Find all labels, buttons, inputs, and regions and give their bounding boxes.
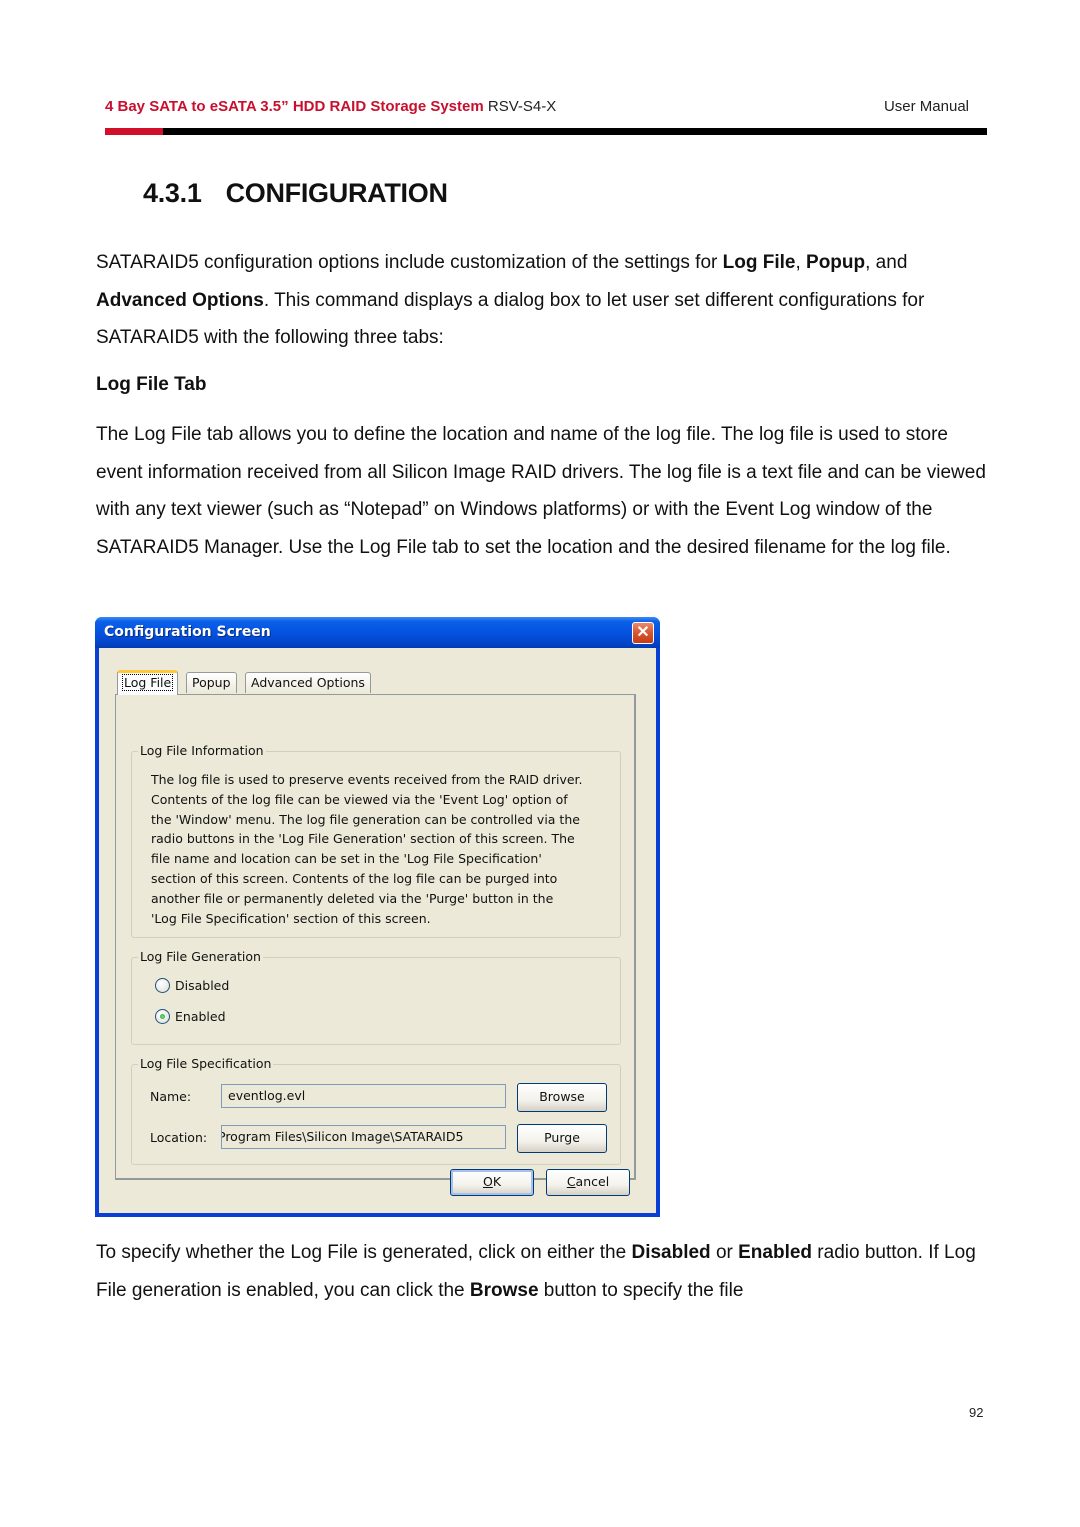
tab-popup[interactable]: Popup xyxy=(186,672,237,693)
section-title: CONFIGURATION xyxy=(225,178,448,208)
cancel-button[interactable]: Cancel xyxy=(546,1169,630,1196)
tab-label: Advanced Options xyxy=(251,675,365,690)
subheading: Log File Tab xyxy=(96,374,207,395)
section-heading: 4.3.1 CONFIGURATION xyxy=(143,178,448,209)
info-line: radio buttons in the 'Log File Generatio… xyxy=(151,831,575,847)
text-run: To specify whether the Log File is gener… xyxy=(96,1242,632,1263)
dialog-title: Configuration Screen xyxy=(104,624,271,640)
close-icon: ✕ xyxy=(636,624,650,641)
radio-checked-icon xyxy=(155,1009,170,1024)
text-run: or xyxy=(710,1242,739,1263)
header-rule xyxy=(105,128,987,135)
location-field[interactable]: Program Files\Silicon Image\SATARAID5 xyxy=(221,1125,506,1149)
purge-button[interactable]: Purge xyxy=(517,1124,607,1153)
tab-advanced-options[interactable]: Advanced Options xyxy=(245,672,371,693)
radio-disabled[interactable]: Disabled xyxy=(155,978,229,993)
tab-page-log-file: Log File Information The log file is use… xyxy=(115,694,636,1180)
info-line: The log file is used to preserve events … xyxy=(151,772,583,787)
group-log-file-generation: Log File Generation Disabled Enabled xyxy=(131,949,621,1045)
name-label: Name: xyxy=(150,1089,192,1104)
close-button[interactable]: ✕ xyxy=(632,622,654,644)
info-line: the 'Window' menu. The log file generati… xyxy=(151,811,580,827)
running-header: 4 Bay SATA to eSATA 3.5” HDD RAID Storag… xyxy=(105,98,969,120)
log-file-paragraph: The Log File tab allows you to define th… xyxy=(96,424,986,558)
bold-term: Enabled xyxy=(738,1242,813,1263)
radio-unchecked-icon xyxy=(155,978,170,993)
followup-paragraph: To specify whether the Log File is gener… xyxy=(96,1234,986,1309)
text-run: SATARAID5 configuration options include … xyxy=(96,252,723,273)
info-line: another file or permanently deleted via … xyxy=(151,890,554,906)
text-run: , and xyxy=(865,252,908,273)
bold-term: Advanced Options xyxy=(96,289,264,311)
text-run: , xyxy=(795,252,807,273)
radio-label: Enabled xyxy=(175,1009,226,1024)
intro-paragraph: SATARAID5 configuration options include … xyxy=(96,244,986,357)
dialog-client: Log File Popup Advanced Options Log File… xyxy=(99,648,656,1213)
button-label: K xyxy=(492,1174,502,1189)
mnemonic: O xyxy=(482,1174,493,1189)
mnemonic: C xyxy=(566,1174,576,1189)
button-label: ancel xyxy=(575,1174,610,1189)
product-title: 4 Bay SATA to eSATA 3.5” HDD RAID Storag… xyxy=(105,98,484,115)
info-text: The log file is used to preserve events … xyxy=(151,770,621,928)
section-number: 4.3.1 xyxy=(143,178,202,208)
configuration-dialog: Configuration Screen ✕ Log File Popup Ad… xyxy=(95,617,660,1217)
bold-term: Browse xyxy=(469,1279,539,1301)
group-log-file-information: Log File Information The log file is use… xyxy=(131,743,621,938)
location-label: Location: xyxy=(150,1130,208,1145)
tab-log-file[interactable]: Log File xyxy=(117,670,179,695)
info-line: 'Log File Specification' section of this… xyxy=(151,910,431,926)
group-legend: Log File Generation xyxy=(138,949,263,964)
bold-term: Disabled xyxy=(631,1242,711,1263)
group-legend: Log File Information xyxy=(138,743,266,758)
text-run: button to specify the file xyxy=(538,1279,744,1301)
radio-enabled[interactable]: Enabled xyxy=(155,1009,226,1024)
tab-label: Log File xyxy=(121,674,174,691)
header-rule-accent xyxy=(105,128,163,135)
info-line: section of this screen. Contents of the … xyxy=(151,870,558,886)
ok-button[interactable]: OK xyxy=(450,1169,534,1196)
info-line: Contents of the log file can be viewed v… xyxy=(151,791,568,807)
header-title: 4 Bay SATA to eSATA 3.5” HDD RAID Storag… xyxy=(105,98,556,115)
info-line: file name and location can be set in the… xyxy=(151,851,542,867)
location-value: Program Files\Silicon Image\SATARAID5 xyxy=(221,1129,464,1144)
dialog-titlebar[interactable]: Configuration Screen ✕ xyxy=(95,617,660,648)
radio-label: Disabled xyxy=(175,978,230,993)
browse-button[interactable]: Browse xyxy=(517,1083,607,1112)
page-number: 92 xyxy=(969,1405,984,1420)
tab-label: Popup xyxy=(192,675,231,690)
group-log-file-specification: Log File Specification Name: eventlog.ev… xyxy=(131,1056,621,1165)
bold-term: Popup xyxy=(806,252,866,273)
group-legend: Log File Specification xyxy=(138,1056,274,1071)
model-number: RSV-S4-X xyxy=(487,98,557,115)
doc-type: User Manual xyxy=(883,98,969,115)
name-field[interactable]: eventlog.evl xyxy=(221,1084,506,1108)
bold-term: Log File xyxy=(722,252,796,273)
